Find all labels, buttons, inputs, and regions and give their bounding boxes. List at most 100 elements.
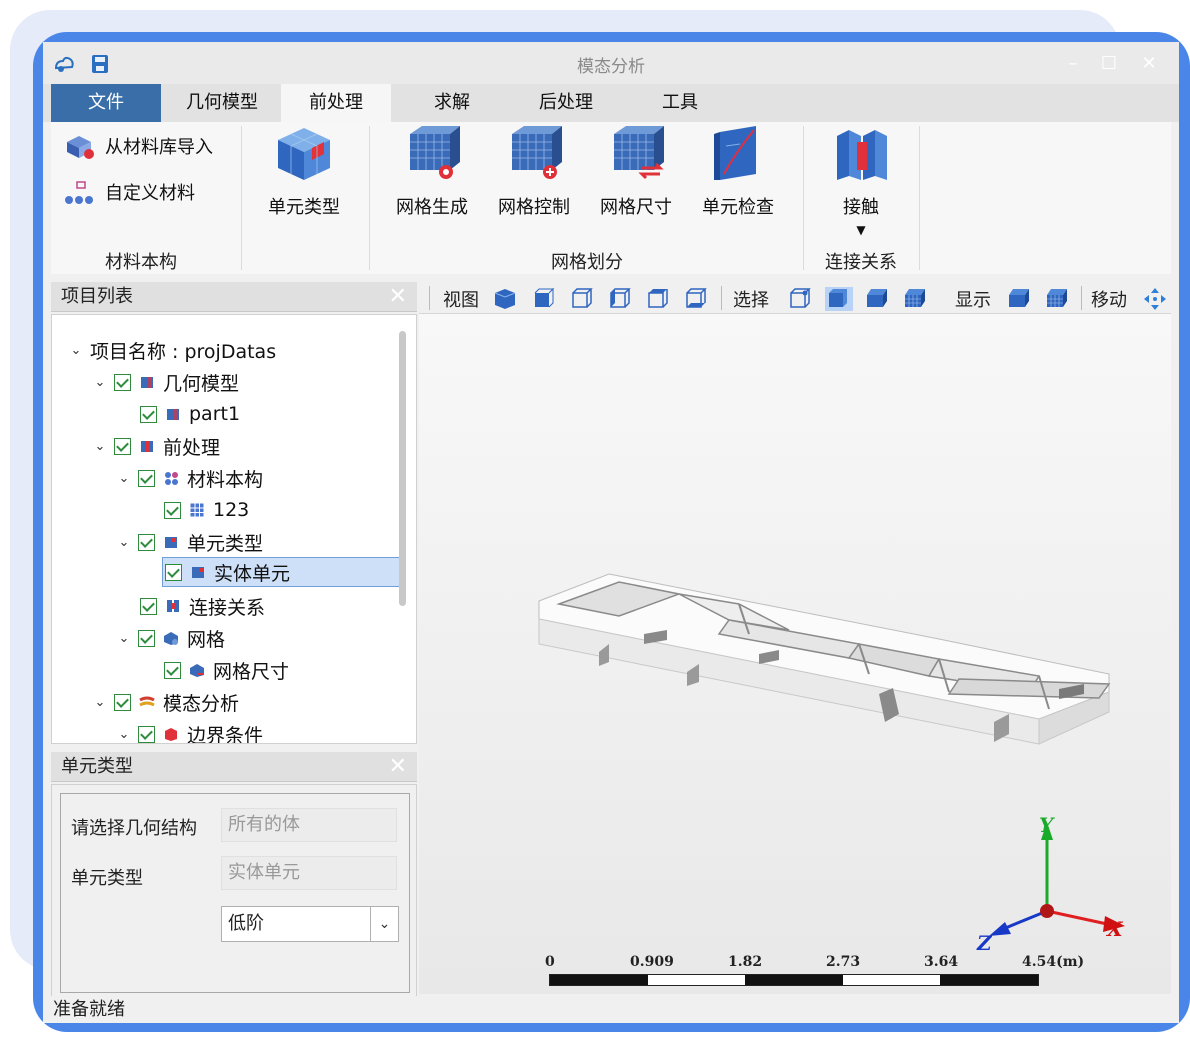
view-iso-icon[interactable] — [493, 287, 517, 309]
grid-icon — [189, 502, 205, 518]
tree-item-solid-element[interactable]: 实体单元 — [162, 557, 400, 587]
close-icon[interactable]: ✕ — [389, 282, 407, 312]
scale-tick: 4.54(m) — [1022, 954, 1085, 970]
solid-element-icon — [192, 567, 204, 578]
tree-item-label: 实体单元 — [214, 562, 291, 585]
tree-checkbox[interactable] — [164, 661, 181, 679]
tree-checkbox[interactable] — [114, 437, 131, 455]
view-bottom-icon[interactable] — [683, 287, 707, 309]
mesh-generate-button[interactable]: 网格生成 — [389, 122, 475, 219]
group-material-label: 材料本构 — [105, 252, 177, 273]
tree-checkbox[interactable] — [140, 405, 157, 423]
tree-checkbox[interactable] — [138, 469, 155, 487]
tab-geometry[interactable]: 几何模型 — [167, 84, 277, 122]
tree-checkbox[interactable] — [138, 629, 155, 647]
element-cube-icon — [278, 128, 330, 180]
chevron-down-icon[interactable]: ⌄ — [370, 907, 398, 941]
tree-checkbox[interactable] — [164, 501, 181, 519]
display-mesh-icon[interactable] — [1045, 287, 1071, 309]
element-check-label: 单元检查 — [702, 197, 774, 218]
tree-item-element-type[interactable]: ⌄ 单元类型 — [116, 527, 263, 557]
tree-item-123[interactable]: 123 — [164, 495, 249, 525]
select-mesh-icon[interactable] — [903, 287, 929, 309]
chevron-down-icon[interactable]: ⌄ — [92, 695, 108, 710]
tree-checkbox[interactable] — [114, 373, 131, 391]
axis-x-label: X — [1105, 917, 1124, 941]
view-left-icon[interactable] — [607, 287, 631, 309]
scale-tick: 1.82 — [728, 954, 763, 970]
chevron-down-icon[interactable]: ⌄ — [92, 439, 108, 454]
scale-segment — [745, 975, 843, 985]
title-bar: 模态分析 – ☐ ✕ — [43, 42, 1179, 84]
tree-item-modal-analysis[interactable]: ⌄ 模态分析 — [92, 687, 239, 717]
select-body-icon[interactable] — [865, 287, 889, 309]
tab-file[interactable]: 文件 — [51, 84, 161, 122]
tab-tools[interactable]: 工具 — [625, 84, 735, 122]
mesh-generate-icon — [410, 126, 460, 179]
mesh-control-button[interactable]: 网格控制 — [491, 122, 577, 219]
tree-item-preprocess[interactable]: ⌄ 前处理 — [92, 431, 220, 461]
maximize-button[interactable]: ☐ — [1095, 52, 1123, 76]
move-arrows-icon[interactable] — [1143, 287, 1167, 311]
tree-item-label: 网格尺寸 — [213, 660, 290, 683]
minimize-button[interactable]: – — [1059, 52, 1087, 76]
tab-postprocess[interactable]: 后处理 — [511, 84, 621, 122]
tab-preprocess[interactable]: 前处理 — [281, 84, 391, 122]
scale-segment — [647, 975, 746, 985]
window-title: 模态分析 — [577, 57, 645, 77]
chevron-down-icon[interactable]: ⌄ — [68, 343, 84, 358]
custom-material-button[interactable]: 自定义材料 — [63, 178, 195, 206]
scale-tick: 0.909 — [630, 954, 674, 970]
mesh-size-button[interactable]: 网格尺寸 — [593, 122, 679, 219]
tree-item-boundary[interactable]: ⌄ 边界条件 — [116, 719, 263, 744]
tree-item-part1[interactable]: part1 — [140, 399, 240, 429]
geometry-field[interactable]: 所有的体 — [221, 808, 397, 842]
tree-item-label: 123 — [213, 499, 250, 521]
tree-item-mesh[interactable]: ⌄ 网格 — [116, 623, 225, 653]
scale-segment — [940, 975, 1038, 985]
select-element-icon[interactable] — [825, 287, 853, 311]
tree-checkbox[interactable] — [138, 533, 155, 551]
element-order-value: 低阶 — [228, 913, 264, 934]
chevron-down-icon[interactable]: ⌄ — [116, 535, 132, 550]
view-front-icon[interactable] — [531, 287, 555, 309]
chevron-down-icon[interactable]: ⌄ — [92, 375, 108, 390]
tree-item-connection[interactable]: 连接关系 — [140, 591, 265, 621]
display-solid-icon[interactable] — [1007, 287, 1031, 309]
contact-button[interactable]: 接触 ▼ — [823, 122, 899, 237]
model-viewport[interactable]: Y X Z — [419, 314, 1171, 994]
tree-checkbox[interactable] — [165, 563, 182, 581]
element-type-field[interactable]: 实体单元 — [221, 856, 397, 890]
view-back-icon[interactable] — [569, 287, 593, 309]
element-panel-header: 单元类型 ✕ — [51, 752, 417, 782]
tree-item-material[interactable]: ⌄ 材料本构 — [116, 463, 263, 493]
select-point-icon[interactable] — [787, 287, 811, 309]
element-check-button[interactable]: 单元检查 — [695, 122, 781, 219]
tree-item-geometry[interactable]: ⌄ 几何模型 — [92, 367, 239, 397]
select-label: 选择 — [733, 290, 769, 311]
tree-checkbox[interactable] — [140, 597, 157, 615]
chevron-down-icon[interactable]: ⌄ — [116, 631, 132, 646]
tab-solve[interactable]: 求解 — [397, 84, 507, 122]
close-icon[interactable]: ✕ — [389, 752, 407, 782]
element-type-button[interactable]: 单元类型 — [261, 122, 347, 219]
scale-segment — [842, 975, 941, 985]
mesh-icon — [164, 632, 178, 645]
close-button[interactable]: ✕ — [1135, 52, 1163, 76]
import-material-button[interactable]: 从材料库导入 — [63, 132, 213, 160]
tree-item-project[interactable]: ⌄ 项目名称 : projDatas — [68, 335, 277, 365]
tree-item-label: 材料本构 — [187, 468, 264, 491]
tree-checkbox[interactable] — [138, 725, 155, 743]
tree-scrollbar[interactable] — [399, 331, 406, 606]
menu-bar: 文件 几何模型 前处理 求解 后处理 工具 — [43, 84, 1179, 122]
chevron-down-icon[interactable]: ⌄ — [116, 471, 132, 486]
boundary-icon — [165, 728, 177, 741]
element-order-select[interactable]: 低阶 ⌄ — [221, 906, 399, 942]
ribbon: 从材料库导入 自定义材料 材料本构 单元类型 网格生成 网格控制 网格尺寸 单元… — [51, 122, 1171, 274]
tree-item-mesh-size[interactable]: 网格尺寸 — [164, 655, 289, 685]
contact-dropdown-icon[interactable]: ▼ — [823, 223, 899, 237]
material-library-icon — [67, 136, 94, 159]
view-top-icon[interactable] — [645, 287, 669, 309]
chevron-down-icon[interactable]: ⌄ — [116, 727, 132, 742]
tree-checkbox[interactable] — [114, 693, 131, 711]
